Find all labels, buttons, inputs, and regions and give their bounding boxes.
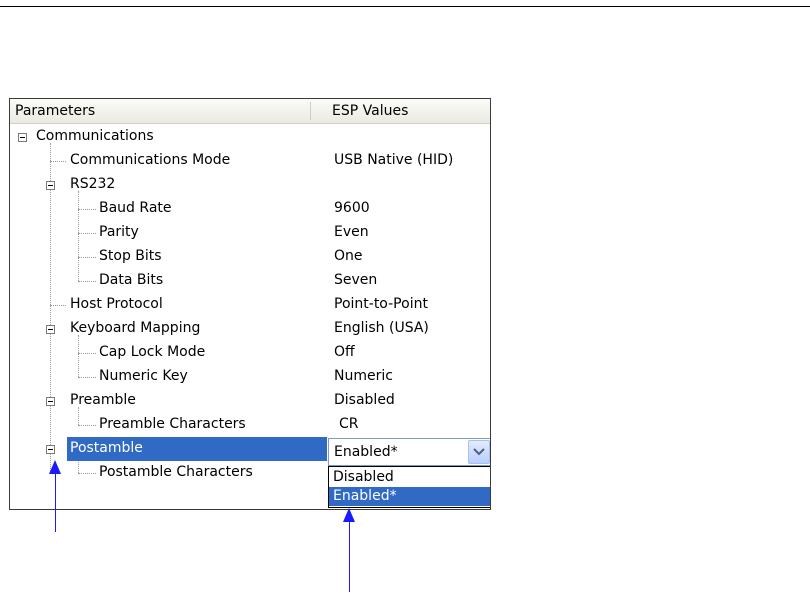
tree-row-value: CR: [339, 416, 359, 432]
tree-row-label: Data Bits: [99, 272, 164, 288]
tree-row-value: English (USA): [334, 320, 429, 336]
tree-row-label: Baud Rate: [99, 200, 172, 216]
tree-row-value: Seven: [334, 272, 378, 288]
column-divider[interactable]: [310, 102, 311, 120]
tree-row-value: Disabled: [334, 392, 395, 408]
tree-row-value: Off: [334, 344, 355, 360]
chevron-down-icon: [473, 448, 485, 456]
callout-arrowhead-toggle: [49, 460, 61, 474]
tree-row-cap-lock-mode[interactable]: Cap Lock Mode Off: [10, 341, 490, 365]
tree-row-label: Communications: [36, 128, 154, 144]
tree-row-value: Point-to-Point: [334, 296, 428, 312]
tree-row-stop-bits[interactable]: Stop Bits One: [10, 245, 490, 269]
tree-row-label: Postamble: [70, 440, 143, 456]
tree-row-label: Numeric Key: [99, 368, 188, 384]
tree-row-label: Cap Lock Mode: [99, 344, 206, 360]
tree-row-label: Stop Bits: [99, 248, 162, 264]
collapse-toggle-icon[interactable]: [46, 445, 55, 454]
tree-row-data-bits[interactable]: Data Bits Seven: [10, 269, 490, 293]
tree-row-label: Keyboard Mapping: [70, 320, 201, 336]
tree-row-preamble-characters[interactable]: Preamble Characters CR: [10, 413, 490, 437]
tree-row-label: Postamble Characters: [99, 464, 253, 480]
collapse-toggle-icon[interactable]: [46, 181, 55, 190]
tree-row-value: One: [334, 248, 363, 264]
postamble-value-select[interactable]: Enabled*: [328, 438, 490, 466]
column-header: Parameters ESP Values: [10, 99, 490, 124]
tree-row-value: Numeric: [334, 368, 393, 384]
callout-arrowhead-select: [343, 508, 355, 522]
tree-row-preamble[interactable]: Preamble Disabled: [10, 389, 490, 413]
postamble-options-list: Disabled Enabled*: [328, 466, 490, 508]
tree-row-value: 9600: [334, 200, 370, 216]
tree-row-label: RS232: [70, 176, 116, 192]
column-header-parameters[interactable]: Parameters: [15, 103, 95, 119]
tree-row-host-protocol[interactable]: Host Protocol Point-to-Point: [10, 293, 490, 317]
tree-row-label: Preamble Characters: [99, 416, 246, 432]
tree-row-numeric-key[interactable]: Numeric Key Numeric: [10, 365, 490, 389]
top-rule: [0, 6, 810, 7]
tree-row-communications[interactable]: Communications: [10, 125, 490, 149]
tree-row-label: Parity: [99, 224, 139, 240]
tree-row-value: Even: [334, 224, 369, 240]
collapse-toggle-icon[interactable]: [46, 397, 55, 406]
tree-row-keyboard-mapping[interactable]: Keyboard Mapping English (USA): [10, 317, 490, 341]
option-label: Enabled*: [333, 488, 397, 504]
select-current-value: Enabled*: [334, 444, 398, 460]
collapse-toggle-icon[interactable]: [18, 133, 27, 142]
tree-row-value: USB Native (HID): [334, 152, 454, 168]
parameters-tree-panel: Parameters ESP Values Communications Com…: [9, 98, 491, 510]
tree-row-rs232[interactable]: RS232: [10, 173, 490, 197]
dropdown-button[interactable]: [468, 440, 490, 464]
tree-row-label: Host Protocol: [70, 296, 163, 312]
callout-arrow-select: [349, 520, 350, 592]
collapse-toggle-icon[interactable]: [46, 325, 55, 334]
tree-row-label: Preamble: [70, 392, 136, 408]
tree-row-communications-mode[interactable]: Communications Mode USB Native (HID): [10, 149, 490, 173]
option-enabled[interactable]: Enabled*: [329, 487, 490, 506]
column-header-esp-values[interactable]: ESP Values: [332, 103, 408, 119]
option-label: Disabled: [333, 469, 394, 485]
option-disabled[interactable]: Disabled: [329, 468, 490, 487]
callout-arrow-toggle: [55, 470, 56, 532]
tree-row-label: Communications Mode: [70, 152, 231, 168]
tree-row-parity[interactable]: Parity Even: [10, 221, 490, 245]
tree-row-baud-rate[interactable]: Baud Rate 9600: [10, 197, 490, 221]
